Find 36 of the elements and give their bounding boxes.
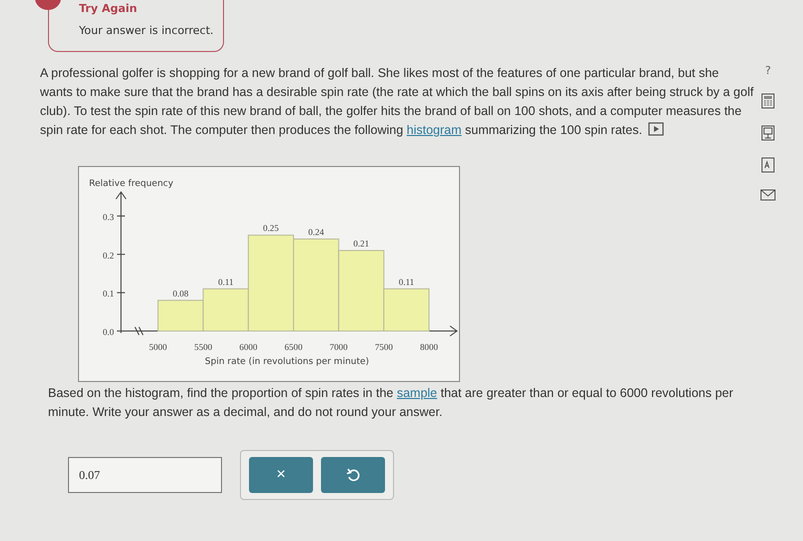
- y-tick-label: 0.2: [102, 250, 114, 260]
- feedback-message: Your answer is incorrect.: [79, 24, 213, 37]
- display-icon[interactable]: [761, 125, 775, 141]
- bar-value-label: 0.08: [172, 288, 188, 298]
- bar-value-label: 0.25: [263, 223, 279, 234]
- bar-value-label: 0.24: [308, 227, 324, 237]
- glossary-link[interactable]: histogram: [406, 123, 462, 137]
- y-tick-label: 0.0: [102, 327, 114, 337]
- x-tick-label: 8000: [420, 342, 438, 352]
- x-tick-label: 6000: [239, 342, 258, 352]
- x-axis-label: Spin rate (in revolutions per minute): [204, 357, 370, 367]
- x-tick-label: 6500: [284, 342, 303, 352]
- clear-button[interactable]: ×: [249, 457, 313, 493]
- undo-button[interactable]: [321, 457, 385, 493]
- answer-field[interactable]: 0.07: [68, 457, 222, 493]
- feedback-title: Try Again: [79, 2, 138, 15]
- bar-value-label: 0.11: [398, 276, 414, 287]
- help-icon[interactable]: ?: [765, 64, 771, 77]
- x-tick-label: 7000: [330, 342, 348, 352]
- prompt-text: Based on the histogram, find the proportion of spin rates in the sample that are greater than or equal to 6000 revolutions per minute. Write your answer as a decimal, and do not round your answer.: [48, 385, 734, 421]
- x-tick-label: 5000: [149, 342, 168, 352]
- histogram-bar: [158, 300, 204, 332]
- bar-value-label: 0.11: [218, 276, 234, 287]
- x-tick-label: 5500: [194, 342, 212, 352]
- glossary-link[interactable]: sample: [396, 386, 438, 400]
- x-tick-label: 7500: [374, 342, 393, 352]
- calculator-icon[interactable]: [761, 93, 775, 109]
- question-text: A professional golfer is shopping for a new brand of golf ball. She likes most of the features of one particular brand, but she wants to make sure that the brand has a desirable spin rate (the rate at which the ball spins on its axis after being struck by a golf club). To test the spin rate of this new brand of ball, the golfer hits the brand of ball on 100 shots, and a computer measures the spin rate for each shot. The computer then produces the following histogram summarizing the 100 spin rates.: [40, 65, 754, 139]
- bar-value-label: 0.21: [353, 238, 370, 248]
- mail-icon[interactable]: [760, 189, 776, 201]
- y-tick-label: 0.3: [102, 212, 114, 222]
- y-tick-label: 0.1: [102, 288, 114, 299]
- play-icon[interactable]: [648, 122, 664, 136]
- y-axis-label: Relative frequency: [89, 179, 174, 189]
- book-icon[interactable]: [761, 157, 775, 173]
- undo-icon: [346, 468, 360, 482]
